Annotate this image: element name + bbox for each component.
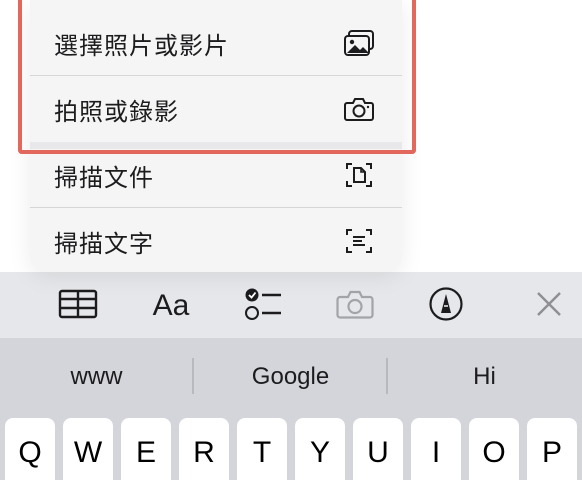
checklist-icon (243, 286, 283, 326)
table-icon (58, 289, 98, 323)
scan-text-icon (342, 226, 376, 256)
menu-item-scan-text[interactable]: 掃描文字 (30, 208, 402, 272)
menu-item-take-photo-video[interactable]: 拍照或錄影 (30, 76, 402, 142)
key-i[interactable]: I (411, 418, 461, 480)
key-r[interactable]: R (179, 418, 229, 480)
camera-icon (342, 94, 376, 124)
menu-item-label: 掃描文件 (54, 163, 154, 192)
markup-pen-icon (428, 286, 464, 326)
camera-icon (335, 288, 375, 324)
predictive-bar: www Google Hi (0, 338, 582, 416)
key-e[interactable]: E (121, 418, 171, 480)
key-w[interactable]: W (63, 418, 113, 480)
menu-item-scan-document[interactable]: 掃描文件 (30, 142, 402, 208)
menu-item-label: 掃描文字 (54, 229, 154, 258)
close-icon (534, 289, 564, 323)
suggestion-google[interactable]: Google (194, 338, 387, 416)
key-p[interactable]: P (527, 418, 577, 480)
key-u[interactable]: U (353, 418, 403, 480)
menu-item-label: 選擇照片或影片 (54, 31, 229, 60)
attachment-menu: 選擇照片或影片 拍照或錄影 掃描文件 掃描文字 (30, 0, 402, 272)
suggestion-hi[interactable]: Hi (388, 338, 581, 416)
key-y[interactable]: Y (295, 418, 345, 480)
key-q[interactable]: Q (5, 418, 55, 480)
key-o[interactable]: O (469, 418, 519, 480)
checklist-button[interactable] (241, 286, 285, 326)
keyboard: www Google Hi Q W E R T Y U I O P (0, 338, 582, 480)
suggestion-www[interactable]: www (0, 338, 193, 416)
photo-library-icon (342, 28, 376, 58)
format-text-icon: Aa (152, 289, 190, 322)
key-t[interactable]: T (237, 418, 287, 480)
menu-item-choose-photo-video[interactable]: 選擇照片或影片 (30, 10, 402, 76)
camera-button[interactable] (333, 286, 377, 326)
markup-button[interactable] (424, 286, 468, 326)
format-button[interactable]: Aa (149, 286, 193, 326)
scan-document-icon (342, 160, 376, 190)
menu-item-label: 拍照或錄影 (54, 97, 179, 126)
keyboard-toolbar: Aa (0, 272, 582, 338)
table-button[interactable] (56, 286, 100, 326)
close-button[interactable] (527, 286, 571, 326)
